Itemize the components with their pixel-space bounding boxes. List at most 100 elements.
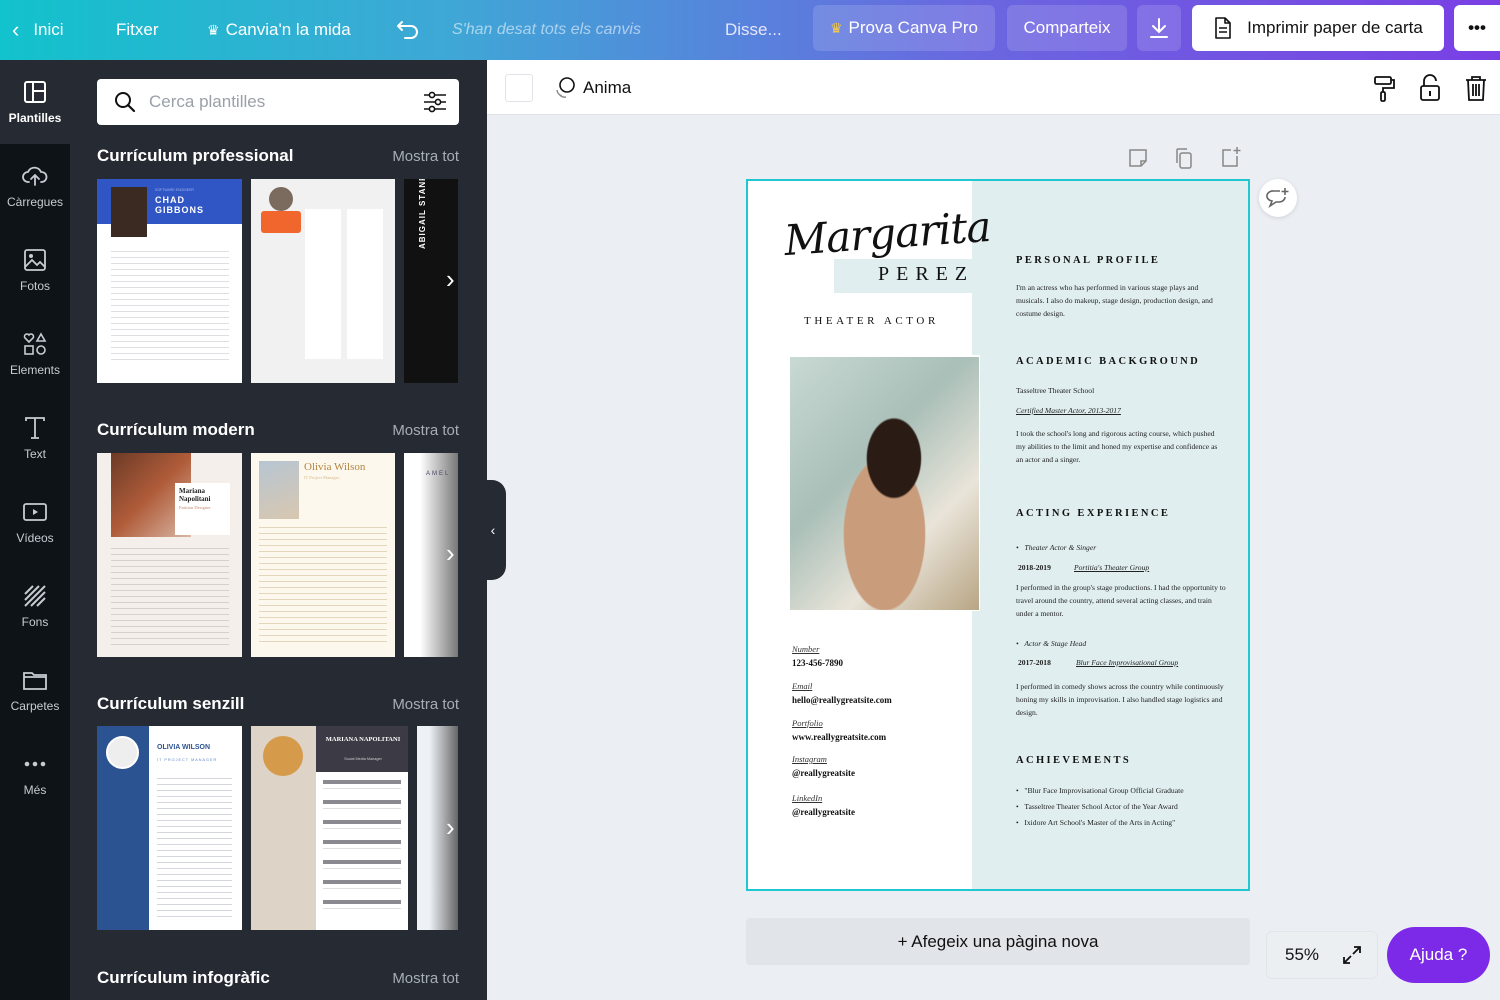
resize-button[interactable]: ♛ Canvia'n la mida (207, 0, 351, 60)
profile-photo[interactable] (790, 357, 979, 610)
thumb-lines (111, 251, 229, 361)
chevron-left-icon: ‹ (12, 17, 20, 42)
rail-label: Fotos (19, 279, 50, 293)
thumb-photo (111, 187, 147, 237)
thumb-text: IT PROJECT MANAGER (157, 758, 218, 762)
template-thumbnail[interactable]: Mariana Napolitani Fashion Designer (97, 453, 242, 657)
template-thumbnail[interactable]: MARIANA NAPOLITANI Social Media Manager (251, 726, 408, 930)
more-options-button[interactable]: ••• (1454, 5, 1500, 51)
template-thumbnail[interactable] (251, 179, 395, 383)
rail-item-text[interactable]: Text (0, 396, 70, 480)
section-heading: ACHIEVEMENTS (1016, 755, 1132, 766)
templates-icon (24, 81, 46, 103)
thumb-text: Social Media Manager (344, 757, 382, 761)
add-page-icon[interactable] (1218, 146, 1242, 170)
thumb-card (347, 209, 383, 359)
contact-label: Portfolio (792, 718, 823, 728)
template-search-input[interactable]: Cerca plantilles (97, 79, 459, 125)
next-templates-button[interactable]: › (446, 264, 455, 295)
section-heading: ACTING EXPERIENCE (1016, 508, 1171, 519)
experience-group: Portitia's Theater Group (1074, 563, 1150, 572)
school-name: Tasseltree Theater School (1016, 386, 1095, 395)
resume-first-name: Margarita (782, 201, 992, 266)
crown-icon: ♛ (207, 21, 220, 38)
print-button[interactable]: Imprimir paper de carta (1192, 5, 1444, 51)
unlock-icon[interactable] (1415, 73, 1445, 103)
section-title: Currículum modern (97, 420, 255, 439)
rail-item-photos[interactable]: Fotos (0, 228, 70, 312)
share-button[interactable]: Comparteix (1007, 5, 1127, 51)
rail-item-videos[interactable]: Vídeos (0, 480, 70, 564)
print-label: Imprimir paper de carta (1247, 18, 1423, 37)
role-text: Actor & Stage Head (1024, 639, 1087, 648)
thumb-name-line: GIBBONS (155, 205, 205, 215)
help-button[interactable]: Ajuda ? (1387, 927, 1490, 983)
rail-item-backgrounds[interactable]: Fons (0, 564, 70, 648)
trash-icon[interactable] (1461, 73, 1491, 103)
template-thumbnail[interactable]: OLIVIA WILSON IT PROJECT MANAGER (97, 726, 242, 930)
download-icon (1150, 18, 1168, 38)
next-templates-button[interactable]: › (446, 812, 455, 843)
thumb-lines (157, 778, 232, 918)
upload-icon (22, 166, 48, 186)
filter-icon[interactable] (423, 91, 447, 113)
resize-label: Canvia'n la mida (225, 20, 351, 39)
collapse-panel-button[interactable]: ‹ (480, 480, 506, 580)
thumb-text: CHAD GIBBONS (155, 195, 204, 215)
rail-item-elements[interactable]: Elements (0, 312, 70, 396)
more-icon (24, 761, 46, 767)
rail-item-folders[interactable]: Carpetes (0, 648, 70, 732)
left-rail: Plantilles Càrregues Fotos Elements Text… (0, 60, 70, 1000)
show-all-link[interactable]: Mostra tot (392, 696, 459, 713)
experience-text: I performed in the group's stage product… (1016, 583, 1226, 618)
rail-item-uploads[interactable]: Càrregues (0, 144, 70, 228)
template-thumbnail[interactable]: SOFTWARE ENGINEER CHAD GIBBONS (97, 179, 242, 383)
achievement-text: "Blur Face Improvisational Group Officia… (1024, 786, 1184, 795)
background-color-swatch[interactable] (505, 74, 533, 102)
thumb-text: IT Project Manager (304, 475, 340, 480)
role-text: Theater Actor & Singer (1024, 543, 1097, 552)
document-icon (1215, 17, 1231, 39)
show-all-link[interactable]: Mostra tot (392, 148, 459, 165)
home-button[interactable]: ‹ Inici (12, 0, 64, 60)
thumb-text: ABIGAIL STANFORD (418, 179, 427, 249)
download-button[interactable] (1137, 5, 1181, 51)
contact-value: 123-456-7890 (792, 658, 843, 668)
add-comment-button[interactable] (1259, 179, 1297, 217)
experience-group: Blur Face Improvisational Group (1076, 658, 1179, 667)
show-all-link[interactable]: Mostra tot (392, 422, 459, 439)
text-icon (25, 417, 45, 439)
rail-item-more[interactable]: Més (0, 732, 70, 816)
save-status: S'han desat tots els canvis (452, 21, 641, 38)
contact-value: www.reallygreatsite.com (792, 732, 887, 742)
zoom-control[interactable]: 55% (1266, 931, 1378, 979)
rail-item-templates[interactable]: Plantilles (0, 60, 70, 144)
next-templates-button[interactable]: › (446, 538, 455, 569)
rail-label: Vídeos (16, 531, 54, 545)
fullscreen-icon[interactable] (1341, 944, 1363, 966)
canvas-page[interactable]: Margarita PEREZ THEATER ACTOR Number 123… (746, 179, 1250, 891)
folder-icon (23, 672, 47, 690)
try-pro-button[interactable]: ♛ Prova Canva Pro (813, 5, 995, 51)
design-title[interactable]: Disse... (725, 0, 782, 60)
undo-button[interactable] (396, 0, 420, 60)
undo-icon (397, 21, 418, 39)
show-all-link[interactable]: Mostra tot (392, 970, 459, 987)
rail-label: Elements (9, 363, 61, 377)
thumb-name-box (261, 211, 301, 233)
thumb-lines (259, 527, 387, 647)
section-title: Currículum professional (97, 146, 294, 165)
add-new-page-button[interactable]: + Afegeix una pàgina nova (746, 918, 1250, 965)
animate-button[interactable]: Anima (553, 60, 631, 115)
academic-text: I took the school's long and rigorous ac… (1016, 429, 1218, 464)
page-notes-icon[interactable] (1126, 146, 1150, 170)
thumb-photo (269, 187, 293, 211)
thumb-photo (106, 736, 139, 769)
paint-roller-icon[interactable] (1369, 73, 1399, 103)
template-thumbnail[interactable]: Olivia Wilson IT Project Manager (251, 453, 395, 657)
chevron-left-icon: ‹ (490, 522, 496, 538)
duplicate-page-icon[interactable] (1172, 146, 1196, 170)
file-menu-button[interactable]: Fitxer (116, 0, 159, 60)
thumb-text: Fashion Designer (179, 505, 211, 510)
rail-label: Carpetes (10, 699, 60, 713)
